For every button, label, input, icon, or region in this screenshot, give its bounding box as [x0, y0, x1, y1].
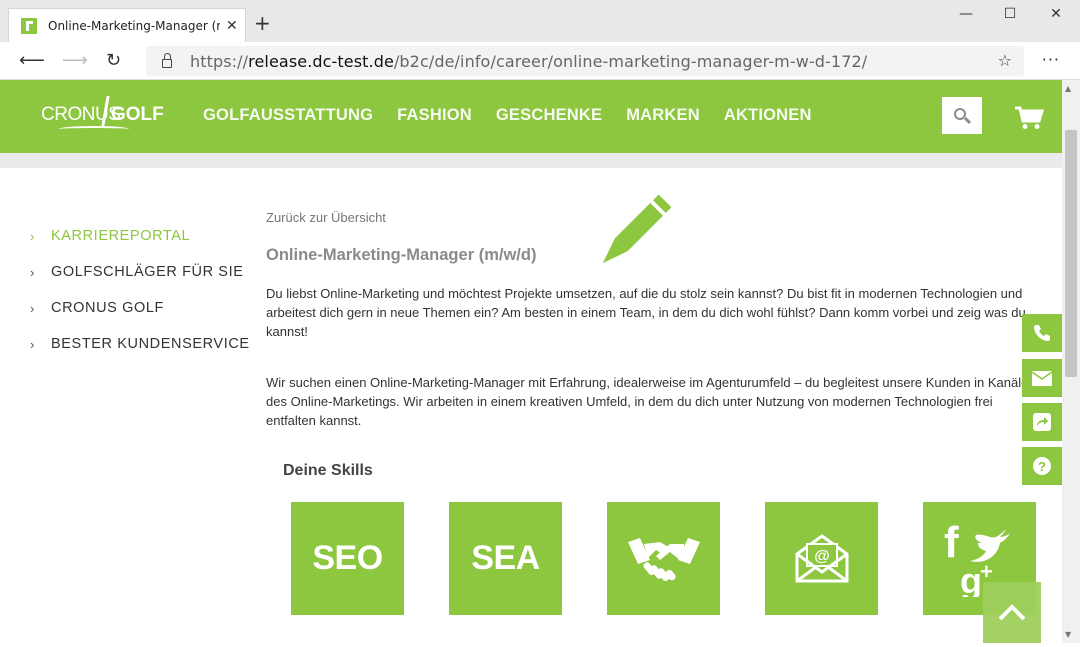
search-icon-handle: [963, 116, 972, 125]
header-shadow-strip: [0, 153, 1062, 168]
skill-tile-seo: SEO: [291, 502, 404, 615]
scroll-down-arrow-icon[interactable]: ▼: [1065, 630, 1071, 639]
back-to-overview-link[interactable]: Zurück zur Übersicht: [266, 210, 386, 225]
job-title: Online-Marketing-Manager (m/w/d): [266, 246, 537, 264]
skill-tile-sea: SEA: [449, 502, 562, 615]
nav-geschenke[interactable]: GESCHENKE: [496, 106, 602, 125]
nav-fashion[interactable]: FASHION: [397, 106, 472, 125]
description-paragraph: Wir suchen einen Online-Marketing-Manage…: [266, 375, 1036, 428]
favorite-star-icon[interactable]: ☆: [998, 51, 1012, 70]
svg-text:g: g: [960, 560, 982, 597]
logo-swoosh: [59, 126, 129, 132]
sidebar-item-karriereportal[interactable]: › KARRIEREPORTAL: [30, 218, 250, 254]
skills-heading: Deine Skills: [283, 462, 373, 479]
svg-text:+: +: [980, 559, 993, 584]
url-text: https://release.dc-test.de/b2c/de/info/c…: [190, 51, 868, 71]
window-close-button[interactable]: ✕: [1046, 6, 1066, 22]
new-tab-button[interactable]: +: [254, 11, 271, 35]
skills-tiles: SEO SEA @ f g +: [291, 502, 1036, 615]
sidebar-item-cronus-golf[interactable]: › CRONUS GOLF: [30, 290, 250, 326]
svg-text:f: f: [944, 521, 959, 567]
url-field[interactable]: https://release.dc-test.de/b2c/de/info/c…: [146, 46, 1024, 76]
nav-aktionen[interactable]: AKTIONEN: [724, 106, 812, 125]
browser-menu-button[interactable]: ···: [1042, 50, 1060, 69]
sidebar-item-golfschlaeger[interactable]: › GOLFSCHLÄGER FÜR SIE: [30, 254, 250, 290]
svg-text:?: ?: [1038, 459, 1046, 474]
minimize-button[interactable]: —: [956, 6, 976, 22]
sidebar-item-label: BESTER KUNDENSERVICE: [51, 336, 250, 352]
share-icon: [1033, 413, 1051, 431]
forward-arrow-icon[interactable]: ⟶: [62, 50, 88, 71]
sidebar-item-label: CRONUS GOLF: [51, 300, 164, 316]
skill-tile-cooperation: [607, 502, 720, 615]
tab-title: Online-Marketing-Manager (m/w/d): [48, 18, 220, 33]
mail-icon: [1032, 370, 1052, 386]
phone-button[interactable]: [1022, 314, 1062, 352]
lock-icon: [162, 52, 172, 68]
scroll-to-top-button[interactable]: [983, 582, 1041, 643]
help-icon: ?: [1033, 457, 1051, 475]
page-scrollbar-thumb[interactable]: [1065, 130, 1077, 377]
back-arrow-icon[interactable]: ⟵: [19, 50, 45, 71]
chevron-up-icon: [998, 604, 1026, 621]
scroll-up-arrow-icon[interactable]: ▲: [1065, 84, 1071, 93]
sidebar-item-label: GOLFSCHLÄGER FÜR SIE: [51, 264, 244, 280]
main-navigation: GOLFAUSSTATTUNG FASHION GESCHENKE MARKEN…: [203, 106, 812, 125]
nav-marken[interactable]: MARKEN: [626, 106, 700, 125]
svg-text:@: @: [814, 548, 830, 565]
skill-tile-email: @: [765, 502, 878, 615]
chevron-right-icon: ›: [30, 228, 35, 244]
handshake-icon: [627, 537, 700, 581]
sidebar-item-kundenservice[interactable]: › BESTER KUNDENSERVICE: [30, 326, 250, 362]
pencil-icon: [602, 194, 672, 264]
site-header: CRONUS GOLF GOLFAUSSTATTUNG FASHION GESC…: [0, 80, 1062, 153]
browser-tab[interactable]: Online-Marketing-Manager (m/w/d) ✕: [8, 8, 246, 42]
reload-icon[interactable]: ↻: [106, 50, 121, 71]
tab-close-icon[interactable]: ✕: [226, 18, 238, 34]
address-bar-row: ⟵ ⟶ ↻ https://release.dc-test.de/b2c/de/…: [0, 42, 1080, 80]
site-favicon-icon: [21, 17, 37, 34]
chevron-right-icon: ›: [30, 264, 35, 280]
browser-tab-strip: Online-Marketing-Manager (m/w/d) ✕ + — ☐…: [0, 0, 1080, 42]
nav-golfausstattung[interactable]: GOLFAUSSTATTUNG: [203, 106, 373, 125]
sidebar-navigation: › KARRIEREPORTAL › GOLFSCHLÄGER FÜR SIE …: [30, 218, 250, 362]
sea-label: SEA: [471, 539, 540, 577]
share-button[interactable]: [1022, 403, 1062, 441]
chevron-right-icon: ›: [30, 300, 35, 316]
intro-paragraph: Du liebst Online-Marketing und möchtest …: [266, 286, 1026, 339]
phone-icon: [1034, 325, 1050, 341]
logo-text-cronus: CRONUS: [41, 104, 121, 125]
logo-text-golf: GOLF: [111, 104, 164, 125]
seo-label: SEO: [312, 539, 383, 577]
email-envelope-icon: @: [795, 533, 848, 582]
search-button[interactable]: [942, 97, 982, 134]
chevron-right-icon: ›: [30, 336, 35, 352]
mail-button[interactable]: [1022, 359, 1062, 397]
help-button[interactable]: ?: [1022, 447, 1062, 485]
sidebar-item-label: KARRIEREPORTAL: [51, 228, 191, 244]
cart-icon[interactable]: [1014, 106, 1044, 130]
maximize-button[interactable]: ☐: [1000, 6, 1020, 22]
